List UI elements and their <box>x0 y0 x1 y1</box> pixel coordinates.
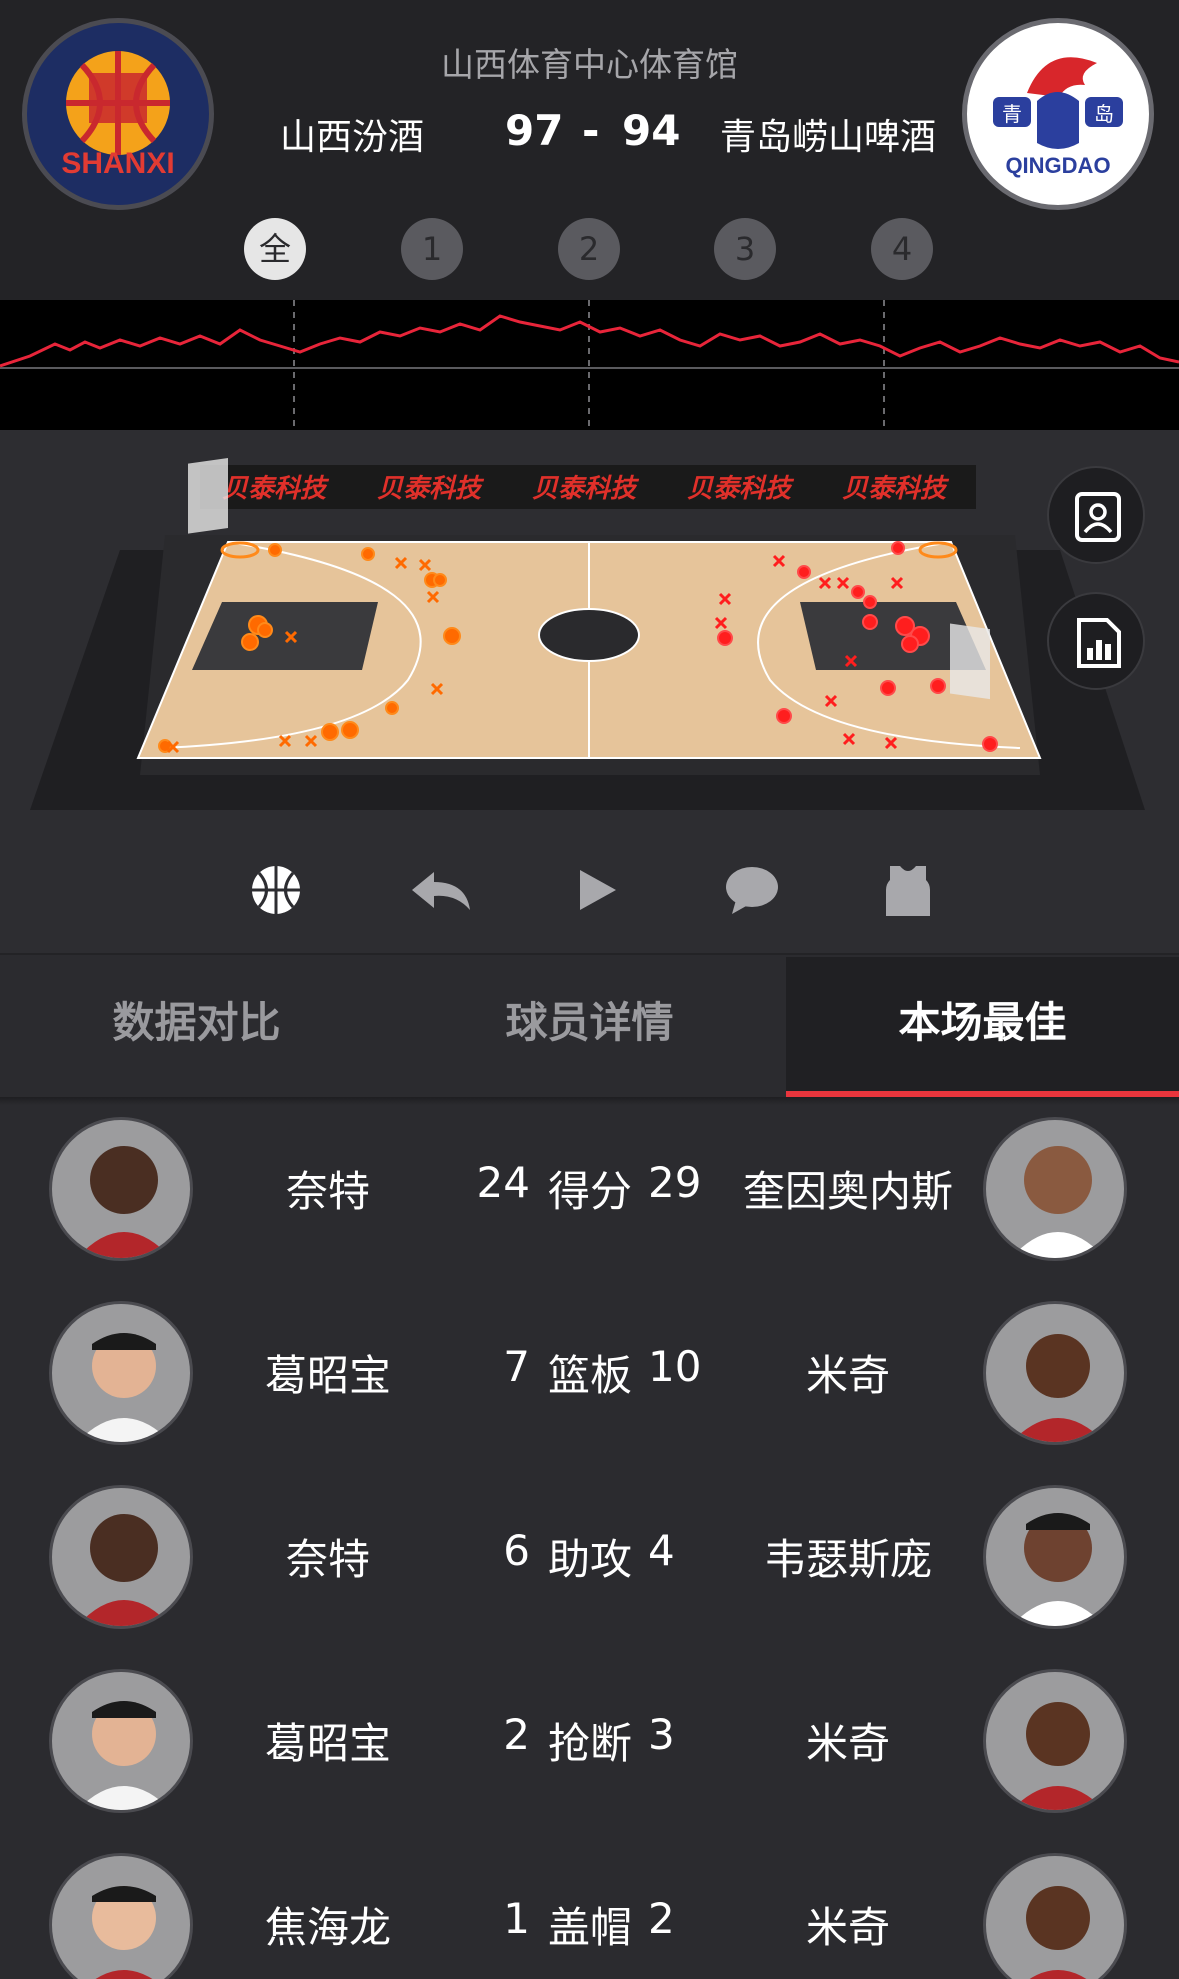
jersey-icon <box>886 866 930 916</box>
ad-banner-text: 贝泰科技 <box>532 474 640 504</box>
away-player-avatar[interactable] <box>983 1117 1127 1261</box>
tab-label: 数据对比 <box>112 998 281 1047</box>
basketball-icon <box>252 866 300 914</box>
comment-icon <box>726 867 778 914</box>
stat-category: 得分 <box>547 1167 632 1216</box>
away-team-logo[interactable]: 青 岛 QINGDAO <box>962 18 1154 210</box>
replay-button[interactable] <box>408 860 470 920</box>
tab-label: 球员详情 <box>505 998 674 1047</box>
shanxi-logo-icon: SHANXI <box>61 51 175 180</box>
stat-category: 抢断 <box>547 1719 632 1768</box>
svg-text:QINGDAO: QINGDAO <box>1005 153 1110 178</box>
best-player-row[interactable]: 葛昭宝 7 篮板 10 米奇 <box>0 1284 1179 1468</box>
score-lead-chart <box>0 300 1179 430</box>
period-4[interactable]: 4 <box>871 218 933 280</box>
comment-button[interactable] <box>722 860 782 920</box>
away-team-name[interactable]: 青岛崂山啤酒 <box>720 108 936 160</box>
svg-text:岛: 岛 <box>1094 102 1114 126</box>
away-player-avatar[interactable] <box>983 1485 1127 1629</box>
away-score: 94 <box>622 106 681 155</box>
away-player-name[interactable]: 奎因奥内斯 <box>718 1158 978 1219</box>
home-stat-value: 2 <box>503 1710 530 1759</box>
stat-category: 助攻 <box>547 1535 632 1584</box>
home-player-name[interactable]: 奈特 <box>198 1158 458 1219</box>
ad-banner-text: 贝泰科技 <box>377 474 485 504</box>
home-stat-value: 6 <box>503 1526 530 1575</box>
lead-line-chart <box>0 300 1179 430</box>
tab-label: 本场最佳 <box>898 998 1067 1047</box>
away-player-avatar[interactable] <box>983 1853 1127 1979</box>
home-stat-value: 7 <box>503 1342 530 1391</box>
svg-text:SHANXI: SHANXI <box>61 147 174 180</box>
play-button[interactable] <box>568 860 628 920</box>
home-player-avatar[interactable] <box>49 1301 193 1445</box>
player-card-icon <box>1075 492 1121 542</box>
stats-report-icon <box>1077 618 1121 668</box>
best-player-row[interactable]: 奈特 24 得分 29 奎因奥内斯 <box>0 1100 1179 1284</box>
tab-best-players[interactable]: 本场最佳 <box>786 957 1179 1097</box>
shot-chart-court: 贝泰科技 贝泰科技 贝泰科技 贝泰科技 贝泰科技 <box>0 430 1179 830</box>
period-1[interactable]: 1 <box>401 218 463 280</box>
score-separator: - <box>582 106 600 155</box>
stat-category: 盖帽 <box>547 1903 632 1952</box>
basketball-court: 贝泰科技 贝泰科技 贝泰科技 贝泰科技 贝泰科技 <box>30 457 1145 810</box>
home-team-name[interactable]: 山西汾酒 <box>280 108 424 160</box>
home-player-avatar[interactable] <box>49 1117 193 1261</box>
home-player-avatar[interactable] <box>49 1485 193 1629</box>
home-player-name[interactable]: 焦海龙 <box>198 1894 458 1955</box>
away-player-avatar[interactable] <box>983 1669 1127 1813</box>
home-stat-value: 24 <box>476 1158 530 1207</box>
home-stat-value: 1 <box>503 1894 530 1943</box>
replay-icon <box>412 872 470 910</box>
stat-category: 篮板 <box>547 1351 632 1400</box>
jersey-button[interactable] <box>878 860 938 920</box>
period-selector: 全 1 2 3 4 <box>0 218 1179 280</box>
away-player-name[interactable]: 韦瑟斯庞 <box>718 1526 978 1587</box>
qingdao-eagle-logo-icon: 青 岛 QINGDAO <box>993 57 1123 178</box>
tab-player-details[interactable]: 球员详情 <box>393 957 786 1097</box>
best-player-row[interactable]: 焦海龙 1 盖帽 2 米奇 <box>0 1836 1179 1979</box>
best-player-row[interactable]: 奈特 6 助攻 4 韦瑟斯庞 <box>0 1468 1179 1652</box>
period-3[interactable]: 3 <box>714 218 776 280</box>
away-player-name[interactable]: 米奇 <box>718 1894 978 1955</box>
play-icon <box>580 870 616 910</box>
away-player-name[interactable]: 米奇 <box>718 1342 978 1403</box>
home-score: 97 <box>505 106 564 155</box>
tab-data-compare[interactable]: 数据对比 <box>0 957 393 1097</box>
home-player-avatar[interactable] <box>49 1853 193 1979</box>
home-player-name[interactable]: 葛昭宝 <box>198 1710 458 1771</box>
svg-text:青: 青 <box>1002 102 1022 126</box>
stat-tabs: 数据对比 球员详情 本场最佳 <box>0 957 1179 1097</box>
home-team-logo[interactable]: SHANXI <box>22 18 214 210</box>
home-player-name[interactable]: 奈特 <box>198 1526 458 1587</box>
ad-banner-text: 贝泰科技 <box>687 474 795 504</box>
ad-banner-text: 贝泰科技 <box>842 474 950 504</box>
home-player-avatar[interactable] <box>49 1669 193 1813</box>
period-2[interactable]: 2 <box>558 218 620 280</box>
ad-banner-text: 贝泰科技 <box>222 474 330 504</box>
player-card-button[interactable] <box>1047 466 1145 564</box>
best-player-row[interactable]: 葛昭宝 2 抢断 3 米奇 <box>0 1652 1179 1836</box>
away-player-avatar[interactable] <box>983 1301 1127 1445</box>
shot-chart-toggle[interactable] <box>246 860 306 920</box>
media-control-bar <box>0 830 1179 955</box>
away-player-name[interactable]: 米奇 <box>718 1710 978 1771</box>
stats-report-button[interactable] <box>1047 592 1145 690</box>
home-player-name[interactable]: 葛昭宝 <box>198 1342 458 1403</box>
period-all[interactable]: 全 <box>244 218 306 280</box>
game-header: 山西体育中心体育馆 SHANXI 山西汾酒 97 - 94 青岛崂山啤酒 青 岛… <box>0 0 1179 300</box>
